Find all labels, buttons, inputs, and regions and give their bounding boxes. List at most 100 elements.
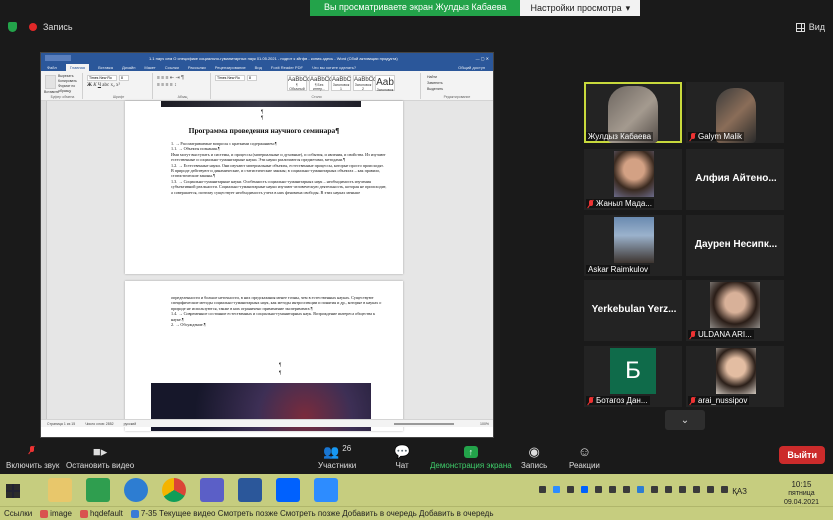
tray-icon[interactable] (651, 486, 658, 493)
word-icon[interactable] (238, 478, 262, 502)
link-item[interactable]: 7-35 Текущее видео Смотреть позже Смотре… (130, 509, 494, 518)
leave-button[interactable]: Выйти (779, 446, 825, 464)
tray-icon[interactable] (707, 486, 714, 493)
edge-browser-icon[interactable] (124, 478, 148, 502)
windows-start-icon[interactable] (6, 484, 20, 498)
link-item[interactable]: image (40, 509, 72, 518)
tray-icon[interactable] (623, 486, 630, 493)
paste-label: Вставить (44, 90, 59, 94)
chat-button[interactable]: 💬 Чат (394, 442, 410, 470)
participant-tile[interactable]: Galym Malik (686, 82, 784, 143)
dropbox-icon[interactable] (276, 478, 300, 502)
page-title: Программа проведения научного семинара¶ (188, 126, 340, 135)
chat-icon: 💬 (394, 444, 411, 459)
participant-tile[interactable]: Yerkebulan Yerz... (584, 280, 682, 341)
tab-insert: Вставка (98, 64, 113, 70)
share-screen-button[interactable]: ↑ Демонстрация экрана (430, 442, 512, 470)
clipboard-group: Вставить Вырезать Копировать Формат по о… (43, 73, 83, 99)
pilcrow-mark: ¶ (279, 363, 282, 368)
recording-label: Запись (43, 22, 73, 32)
tab-review: Рецензирование (214, 64, 246, 70)
tray-icon[interactable] (553, 486, 560, 493)
paste-icon (45, 75, 56, 89)
pilcrow-mark: ¶ (261, 116, 264, 121)
grid-view-icon (795, 22, 805, 32)
paragraph: 1.2. → Естественные науки. Они изучают м… (171, 162, 384, 179)
reactions-button[interactable]: ☺ Реакции (569, 442, 600, 470)
paragraph: 2. → Обсуждение.¶ (171, 322, 206, 328)
participant-tile[interactable]: Даурен Несипк... (686, 215, 784, 276)
select-label: Выделить (427, 87, 444, 91)
participants-button[interactable]: 👥 26 Участники (318, 442, 356, 470)
unmute-button[interactable]: Включить звук (6, 442, 59, 470)
chrome-icon[interactable] (162, 478, 186, 502)
page-1-text: 1. → Рассматриваемые вопросы с краткими … (171, 141, 387, 195)
styles-group: AaBbCcDd ¶ Обычный AaBbCcDd ¶ Без интер...… (213, 73, 421, 99)
mic-muted-icon (690, 330, 696, 339)
style-sample: Aab (376, 77, 394, 88)
paragraph: 1.3. → Социально-гуманитарные науки. Осо… (171, 178, 387, 195)
tray-icon[interactable] (609, 486, 616, 493)
pilcrow-mark: ¶ (279, 371, 282, 376)
file-explorer-icon[interactable] (48, 478, 72, 502)
participant-name: Жаныл Мада... (586, 199, 654, 208)
teams-icon[interactable] (200, 478, 224, 502)
participant-name: Galym Malik (688, 132, 745, 141)
record-button[interactable]: ◉ Запись (521, 442, 547, 470)
taskbar-clock[interactable]: 10:15 пятница 09.04.2021 (784, 480, 819, 507)
participant-tile[interactable]: Жаныл Мада... (584, 149, 682, 210)
participant-tile[interactable]: Б Ботагоз Дан... (584, 346, 682, 407)
name-text: Askar Raimkulov (588, 265, 649, 274)
tray-icon[interactable] (595, 486, 602, 493)
share-screen-icon: ↑ (463, 442, 478, 458)
store-icon[interactable] (86, 478, 110, 502)
style-name: ¶ Без интер... (312, 83, 326, 91)
style-title: Aab Заголовок (375, 75, 395, 92)
tray-icon[interactable] (539, 486, 546, 493)
tray-icon[interactable] (679, 486, 686, 493)
participant-tile[interactable]: Алфия Айтено... (686, 149, 784, 210)
tray-icon[interactable] (665, 486, 672, 493)
video-button[interactable]: ■▸ Остановить видео (66, 442, 134, 470)
participant-tile[interactable]: Askar Raimkulov (584, 215, 682, 276)
tray-icon[interactable] (581, 486, 588, 493)
document-page-1: ¶ ¶ Программа проведения научного семина… (125, 101, 403, 274)
editing-group: Найти Заменить Выделить Редактирование (423, 73, 491, 99)
share-screen-label: Демонстрация экрана (430, 461, 512, 470)
link-item[interactable]: hqdefault (79, 509, 123, 518)
document-title: 1.1 науч сем О специфике социально-гуман… (148, 55, 398, 61)
view-options-button[interactable]: Настройки просмотра ▾ (520, 0, 641, 16)
participant-display-name: Алфия Айтено... (695, 173, 777, 184)
tray-icon[interactable] (693, 486, 700, 493)
chevron-down-icon: ⌄ (680, 414, 690, 426)
participant-name: ULDANA ARI... (688, 330, 754, 339)
page-image-top (161, 101, 361, 107)
tray-icon[interactable] (637, 486, 644, 493)
participants-label: Участники (318, 461, 357, 470)
name-text: Ботагоз Дан... (596, 396, 648, 405)
view-button[interactable]: Вид (795, 22, 825, 32)
mic-muted-icon (690, 396, 696, 405)
participant-display-name: Yerkebulan Yerz... (591, 304, 677, 315)
security-shield-icon[interactable] (8, 22, 17, 32)
participants-icon: 👥 26 (323, 444, 352, 459)
style-no-spacing: AaBbCcDd ¶ Без интер... (309, 75, 340, 91)
image-link-icon (40, 509, 49, 518)
participant-tile[interactable]: Жулдыз Кабаева (584, 82, 682, 143)
participant-name: Askar Raimkulov (586, 265, 651, 274)
clock-time: 10:15 (791, 480, 812, 489)
participant-name: arai_nussipov (688, 396, 750, 405)
tray-icon[interactable] (721, 486, 728, 493)
participant-tile[interactable]: arai_nussipov (686, 346, 784, 407)
view-label: Вид (808, 22, 825, 32)
participant-tile[interactable]: ULDANA ARI... (686, 280, 784, 341)
input-language[interactable]: ҚАЗ (732, 487, 747, 496)
zoom-icon[interactable] (314, 478, 338, 502)
font-group-label: Шрифт (112, 95, 125, 99)
unmute-label: Включить звук (6, 461, 60, 470)
reactions-icon: ☺ (577, 444, 592, 459)
tray-icon[interactable] (567, 486, 574, 493)
tab-foxit: Foxit Reader PDF (270, 64, 303, 70)
gallery-next-page-button[interactable]: ⌄ (665, 410, 705, 430)
name-text: Жаныл Мада... (596, 199, 652, 208)
